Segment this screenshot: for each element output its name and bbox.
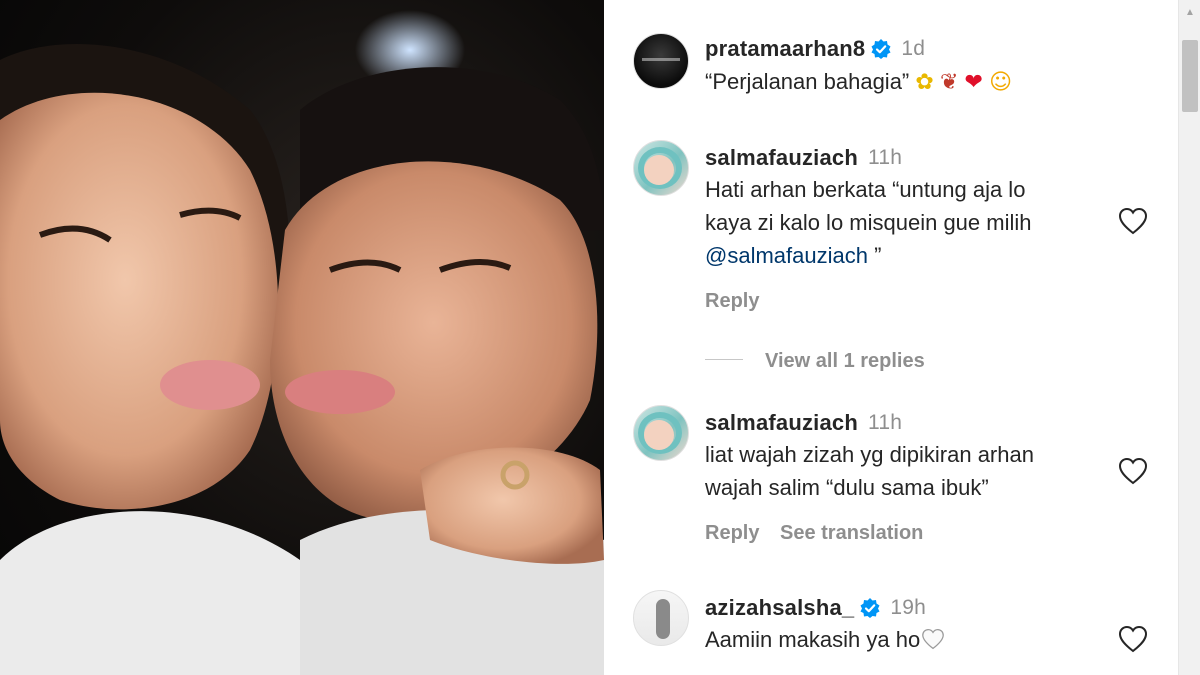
verified-badge-icon: [871, 39, 891, 59]
comment-3-age: 19h: [890, 596, 926, 619]
author-avatar[interactable]: [633, 33, 689, 89]
sunflower-icon: ✿: [915, 70, 934, 95]
comment-2-line-1: liat wajah zizah yg dipikiran arhan: [705, 442, 1034, 467]
comment-3-username[interactable]: azizahsalsha_: [705, 595, 854, 621]
comment-3-text-row: Aamiin makasih ya ho: [705, 623, 946, 656]
post-photo: [0, 0, 604, 675]
comment-2-reply-button[interactable]: Reply: [705, 522, 759, 545]
comments-panel: [604, 0, 1178, 675]
see-translation-button[interactable]: See translation: [780, 522, 923, 545]
comment-2-age: 11h: [868, 411, 903, 434]
comment-1-reply-button[interactable]: Reply: [705, 290, 759, 313]
comment-2-text: liat wajah zizah yg dipikiran arhan waja…: [705, 438, 1034, 504]
comment-1-mention[interactable]: @salmafauziach: [705, 243, 868, 268]
like-heart-icon[interactable]: [1118, 625, 1148, 653]
commenter-avatar[interactable]: [633, 405, 689, 461]
comment-2-username[interactable]: salmafauziach: [705, 410, 858, 436]
post-age: 1d: [901, 37, 926, 60]
commenter-avatar[interactable]: [633, 140, 689, 196]
commenter-avatar[interactable]: [633, 590, 689, 646]
comment-2-line-2: wajah salim “dulu sama ibuk”: [705, 475, 989, 500]
comment-1-text: Hati arhan berkata “untung aja lo kaya z…: [705, 173, 1032, 272]
comment-1-username[interactable]: salmafauziach: [705, 145, 858, 171]
comment-3-text: Aamiin makasih ya ho: [705, 627, 921, 652]
replies-divider: [705, 359, 743, 360]
butterfly-icon: ❦: [939, 70, 959, 95]
scrollbar-thumb[interactable]: [1182, 40, 1198, 112]
post-author-username[interactable]: pratamaarhan8: [705, 36, 865, 62]
comment-3-header: azizahsalsha_ 19h: [705, 595, 926, 621]
scroll-up-arrow-icon[interactable]: ▲: [1179, 2, 1200, 22]
comment-1-line-2: kaya zi kalo lo misquein gue milih: [705, 210, 1032, 235]
view-replies-button[interactable]: View all 1 replies: [765, 350, 925, 373]
comment-1-line-3: @salmafauziach ”: [705, 239, 1032, 272]
scrollbar[interactable]: ▲: [1178, 0, 1200, 675]
post-caption: “Perjalanan bahagia”: [705, 69, 910, 94]
post-caption-row: “Perjalanan bahagia” ✿ ❦ ❤ ☺: [705, 65, 1012, 99]
white-heart-icon: [922, 628, 945, 650]
kiss-face-icon: ☺: [989, 70, 1013, 95]
comment-2-header: salmafauziach 11h: [705, 410, 902, 436]
comment-1-header: salmafauziach 11h: [705, 145, 902, 171]
verified-badge-icon: [860, 598, 880, 618]
like-heart-icon[interactable]: [1118, 207, 1148, 235]
comment-1-line-1: Hati arhan berkata “untung aja lo: [705, 177, 1026, 202]
photo-illustration: [0, 10, 604, 675]
post-author-row: pratamaarhan8 1d: [705, 36, 925, 62]
comment-1-age: 11h: [868, 146, 903, 169]
comment-1-mention-suffix: ”: [867, 243, 882, 268]
like-heart-icon[interactable]: [1118, 457, 1148, 485]
heart-icon: ❤: [964, 70, 983, 95]
